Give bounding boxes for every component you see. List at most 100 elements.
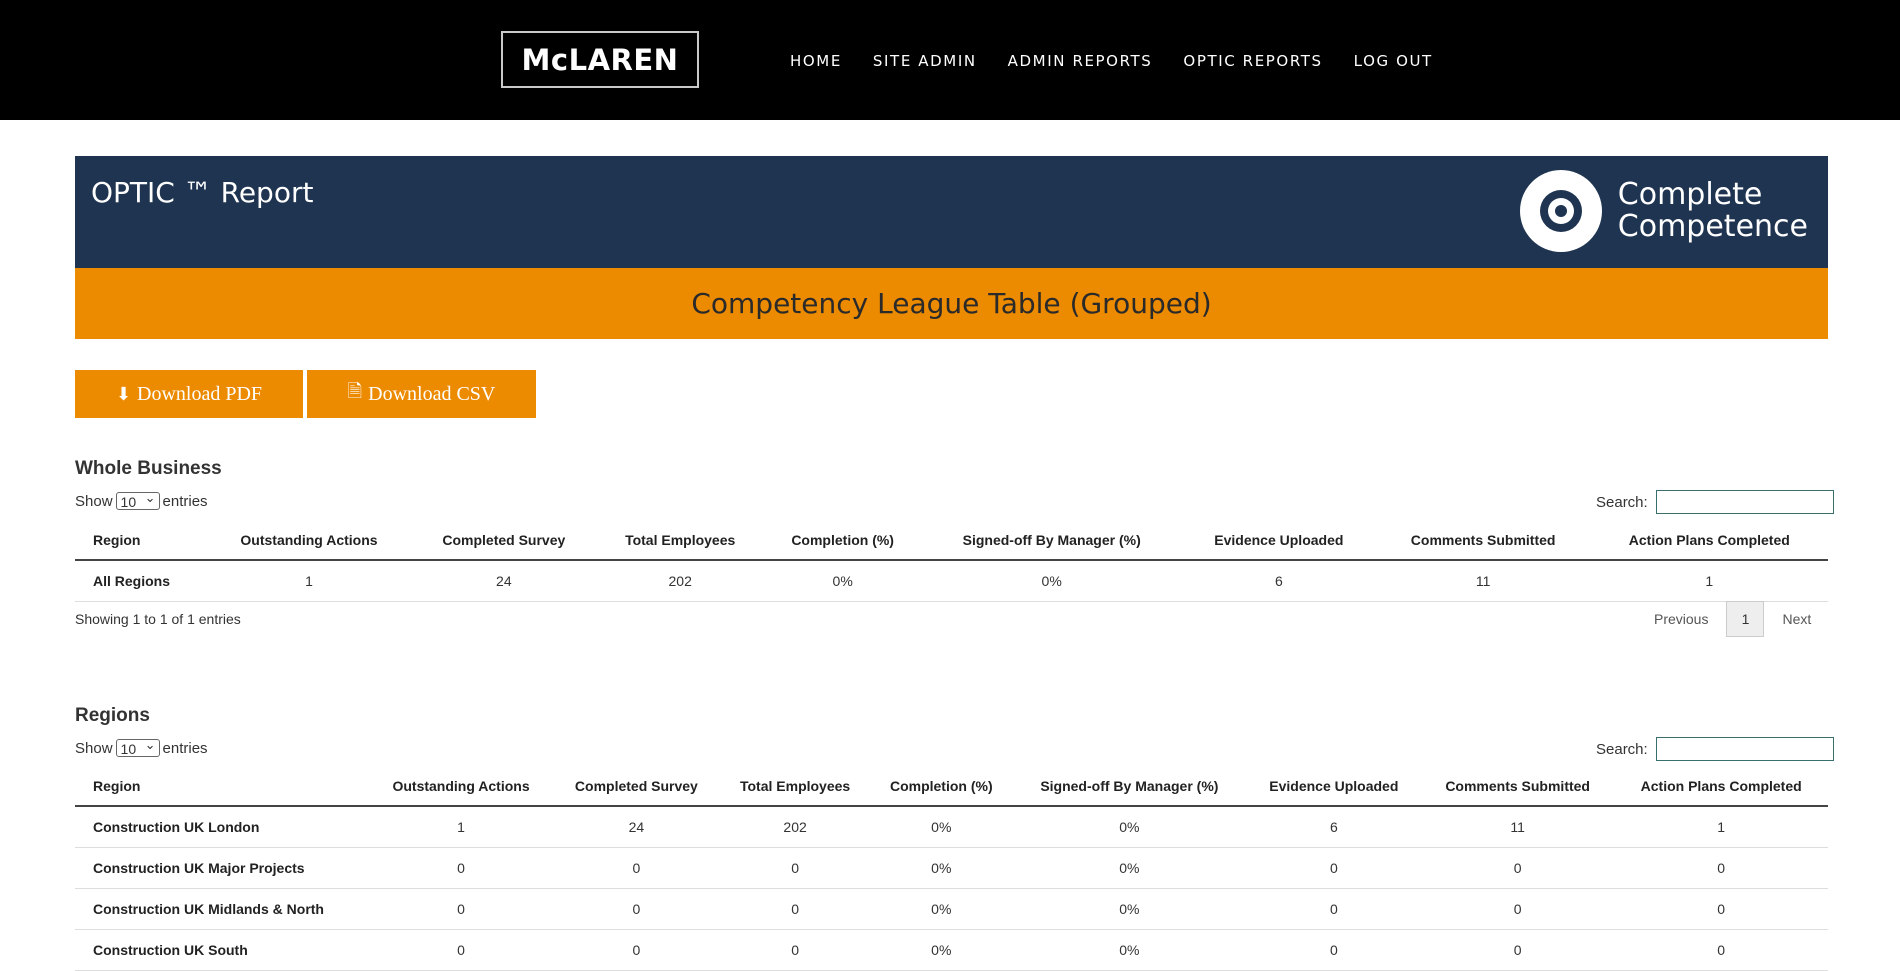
- cell: 0: [1246, 929, 1421, 971]
- show-label: Show: [75, 739, 113, 757]
- length-control-whole: Show 10 entries: [75, 489, 208, 510]
- cell: 0: [1614, 847, 1828, 889]
- cell: 0%: [870, 888, 1013, 930]
- col-action-plans[interactable]: Action Plans Completed: [1614, 767, 1828, 807]
- nav-log-out[interactable]: LOG OUT: [1354, 50, 1433, 72]
- cell: 0: [1614, 888, 1828, 930]
- cell: 0: [719, 929, 871, 971]
- table-row: Construction UK Major Projects 0 0 0 0% …: [75, 847, 1828, 889]
- cell: 0%: [1012, 929, 1247, 971]
- search-input[interactable]: [1655, 490, 1834, 514]
- regions-table: Region Outstanding Actions Completed Sur…: [75, 767, 1828, 971]
- cell: 1: [1614, 806, 1828, 848]
- cell: 6: [1182, 560, 1376, 602]
- cell: 0: [719, 847, 871, 889]
- page-1-button[interactable]: 1: [1726, 601, 1765, 637]
- table-row: Construction UK Midlands & North 0 0 0 0…: [75, 888, 1828, 930]
- cell: Construction UK London: [75, 806, 369, 848]
- nav-optic-reports[interactable]: OPTIC REPORTS: [1183, 50, 1322, 72]
- col-evidence-uploaded[interactable]: Evidence Uploaded: [1182, 521, 1376, 561]
- nav-home[interactable]: HOME: [790, 50, 842, 72]
- cell: 0%: [921, 560, 1183, 602]
- cell: 0: [1420, 929, 1615, 971]
- col-comments-submitted[interactable]: Comments Submitted: [1420, 767, 1615, 807]
- next-page-button[interactable]: Next: [1782, 611, 1811, 627]
- cell: 0: [553, 847, 720, 889]
- cell: 6: [1246, 806, 1421, 848]
- logo-text: McLAREN: [521, 42, 679, 77]
- col-completion[interactable]: Completion (%): [764, 521, 922, 561]
- length-control-regions: Show 10 entries: [75, 736, 208, 757]
- page-title: OPTIC ™ Report: [91, 176, 314, 209]
- page-size-select[interactable]: 10: [115, 736, 160, 757]
- table-info: Showing 1 to 1 of 1 entries: [75, 611, 241, 627]
- show-label: Show: [75, 492, 113, 510]
- page-size-select[interactable]: 10: [115, 489, 160, 510]
- cell: 1: [1590, 560, 1828, 602]
- search-label: Search:: [1596, 740, 1648, 758]
- col-comments-submitted[interactable]: Comments Submitted: [1375, 521, 1591, 561]
- col-outstanding-actions[interactable]: Outstanding Actions: [369, 767, 554, 807]
- col-evidence-uploaded[interactable]: Evidence Uploaded: [1246, 767, 1421, 807]
- prev-page-button[interactable]: Previous: [1654, 611, 1708, 627]
- col-signed-off[interactable]: Signed-off By Manager (%): [1012, 767, 1247, 807]
- col-region[interactable]: Region: [75, 521, 207, 561]
- cell: Construction UK Major Projects: [75, 847, 369, 889]
- nav-site-admin[interactable]: SITE ADMIN: [873, 50, 977, 72]
- cell: Construction UK Midlands & North: [75, 888, 369, 930]
- col-completed-survey[interactable]: Completed Survey: [553, 767, 720, 807]
- report-subtitle-band: Competency League Table (Grouped): [75, 268, 1828, 339]
- search-input[interactable]: [1655, 737, 1834, 761]
- download-csv-button[interactable]: 🗎 Download CSV: [307, 370, 536, 418]
- cell: 0%: [870, 847, 1013, 889]
- cell: 0: [1420, 847, 1615, 889]
- cell: Construction UK South: [75, 929, 369, 971]
- cell: 0%: [1012, 888, 1247, 930]
- report-header: OPTIC ™ Report Complete Competence: [75, 156, 1828, 268]
- target-icon: [1519, 170, 1602, 252]
- cell: 0: [1246, 888, 1421, 930]
- cell: 0%: [1012, 806, 1247, 848]
- brand-line-1: Complete: [1617, 177, 1763, 212]
- search-label: Search:: [1596, 493, 1648, 511]
- search-control-whole: Search:: [1596, 490, 1834, 514]
- entries-label: entries: [162, 739, 208, 757]
- col-outstanding-actions[interactable]: Outstanding Actions: [206, 521, 412, 561]
- col-region[interactable]: Region: [75, 767, 369, 807]
- cell: 24: [553, 806, 720, 848]
- cell: 202: [596, 560, 765, 602]
- cell: 0: [719, 888, 871, 930]
- cell: 0: [553, 888, 720, 930]
- top-navbar: McLAREN HOME SITE ADMIN ADMIN REPORTS OP…: [0, 0, 1900, 120]
- cell: 11: [1375, 560, 1591, 602]
- cell: 0%: [870, 929, 1013, 971]
- col-signed-off[interactable]: Signed-off By Manager (%): [921, 521, 1183, 561]
- cell: 0%: [870, 806, 1013, 848]
- cell: 0%: [1012, 847, 1247, 889]
- cell: 0: [1614, 929, 1828, 971]
- mclaren-logo[interactable]: McLAREN: [501, 31, 699, 88]
- table-row: All Regions 1 24 202 0% 0% 6 11 1: [75, 560, 1828, 602]
- cell: 0: [369, 929, 554, 971]
- col-completed-survey[interactable]: Completed Survey: [411, 521, 597, 561]
- complete-competence-logo: Complete Competence: [1519, 170, 1808, 252]
- table-header-row: Region Outstanding Actions Completed Sur…: [75, 767, 1828, 807]
- cell: 0: [1246, 847, 1421, 889]
- file-excel-icon: 🗎: [347, 381, 363, 401]
- cell: 0: [369, 888, 554, 930]
- col-total-employees[interactable]: Total Employees: [719, 767, 871, 807]
- col-action-plans[interactable]: Action Plans Completed: [1590, 521, 1828, 561]
- pagination: Previous 1 Next: [1636, 601, 1829, 637]
- entries-label: entries: [162, 492, 208, 510]
- col-completion[interactable]: Completion (%): [870, 767, 1013, 807]
- cell: 1: [369, 806, 554, 848]
- col-total-employees[interactable]: Total Employees: [596, 521, 765, 561]
- report-subtitle: Competency League Table (Grouped): [691, 287, 1212, 320]
- section-title-regions: Regions: [75, 705, 150, 726]
- cell: 202: [719, 806, 871, 848]
- download-pdf-button[interactable]: ⬇ Download PDF: [75, 370, 303, 418]
- table-row: Construction UK London 1 24 202 0% 0% 6 …: [75, 806, 1828, 848]
- cell: 0: [553, 929, 720, 971]
- nav-admin-reports[interactable]: ADMIN REPORTS: [1008, 50, 1153, 72]
- cell: 0: [1420, 888, 1615, 930]
